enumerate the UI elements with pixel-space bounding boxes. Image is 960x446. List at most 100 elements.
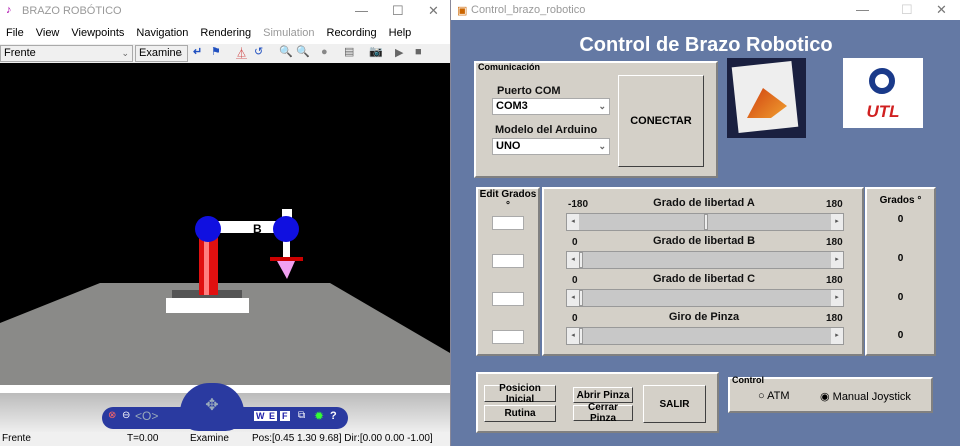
undo-move-icon[interactable]: ↺ (254, 45, 263, 58)
page-title: Control de Brazo Robotico (579, 34, 833, 56)
camera-icon[interactable]: 📷 (369, 45, 383, 58)
control-panel: Control ○ ATM ◉ Manual Joystick (728, 375, 933, 413)
nav-button-w[interactable]: W (254, 411, 267, 421)
vr-window-title: BRAZO ROBÓTICO (22, 5, 122, 17)
grados-header: Grados ° (879, 195, 922, 206)
maximize-button[interactable]: ☐ (392, 3, 404, 19)
sliders-panel: -180 Grado de libertad A 180 ◂ ▸ 0 Grado… (542, 187, 864, 356)
menu-view[interactable]: View (36, 27, 60, 39)
menu-file[interactable]: File (6, 27, 24, 39)
slider-right-arrow-icon[interactable]: ▸ (831, 328, 843, 344)
close-button[interactable]: ✕ (428, 3, 439, 19)
gripper-stem (283, 241, 290, 257)
edit-header: Edit Grados ° (479, 189, 537, 211)
control-close-button[interactable]: ✕ (936, 2, 947, 18)
viewpoint-select[interactable]: Frente ⌄ (0, 45, 133, 62)
connect-button[interactable]: CONECTAR (618, 75, 704, 167)
nav-button-f[interactable]: F (280, 411, 290, 421)
utl-logo: UTL (843, 58, 923, 128)
control-minimize-button[interactable]: — (856, 2, 869, 17)
flag-icon[interactable]: ⚑ (211, 45, 221, 58)
joint-a (195, 216, 221, 242)
grados-pinza-value: 0 (897, 330, 904, 341)
slider-thumb[interactable] (579, 252, 583, 268)
vr-viewport[interactable]: B ⊗ ⊖ <O> W E F ⧉ ✹ ? ✥ (0, 63, 450, 432)
slider-c-label: Grado de libertad C (652, 273, 756, 285)
slide-icon[interactable]: <O> (135, 409, 158, 423)
slider-left-arrow-icon[interactable]: ◂ (567, 214, 579, 230)
control-maximize-button[interactable]: ☐ (901, 2, 913, 18)
minimize-button[interactable]: — (355, 3, 368, 18)
close-nav-icon[interactable]: ⊗ (108, 410, 116, 421)
actions-panel: Posicion Inicial Rutina Abrir Pinza Cerr… (476, 372, 719, 433)
port-select[interactable]: COM3 ⌄ (492, 98, 610, 115)
menu-simulation[interactable]: Simulation (263, 27, 314, 39)
slider-c[interactable]: ◂ ▸ (566, 289, 844, 307)
control-title-bar: ▣ Control_brazo_robotico — ☐ ✕ (451, 0, 960, 20)
slider-right-arrow-icon[interactable]: ▸ (831, 214, 843, 230)
menu-help[interactable]: Help (389, 27, 412, 39)
vr-status-bar: Frente T=0.00 Examine Pos:[0.45 1.30 9.6… (0, 432, 450, 446)
headlight-icon[interactable]: ✹ (314, 409, 324, 423)
edit-grados-c[interactable] (492, 292, 524, 306)
edit-grados-a[interactable] (492, 216, 524, 230)
slider-right-arrow-icon[interactable]: ▸ (831, 252, 843, 268)
clipboard-icon[interactable]: ▤ (344, 45, 354, 58)
nav-mode-value: Examine (139, 47, 182, 59)
abrir-pinza-button[interactable]: Abrir Pinza (573, 387, 633, 403)
rotate-dial[interactable]: ✥ (180, 383, 244, 431)
slider-right-arrow-icon[interactable]: ▸ (831, 290, 843, 306)
comm-legend: Comunicación (478, 62, 541, 72)
slider-thumb[interactable] (579, 328, 583, 344)
menu-viewpoints[interactable]: Viewpoints (71, 27, 124, 39)
help-nav-button[interactable]: ? (330, 410, 337, 422)
matlab-logo (727, 58, 806, 138)
slider-a[interactable]: ◂ ▸ (566, 213, 844, 231)
stop-icon[interactable]: ■ (415, 46, 422, 58)
zoom-out-icon[interactable]: 🔍 (296, 45, 310, 58)
nav-button-e[interactable]: E (267, 411, 278, 421)
edit-grados-b[interactable] (492, 254, 524, 268)
atm-radio[interactable]: ○ ATM (758, 390, 790, 402)
posicion-inicial-button[interactable]: Posicion Inicial (484, 383, 556, 405)
play-icon[interactable]: ▶ (395, 46, 403, 59)
zoom-in-icon[interactable]: 🔍 (279, 45, 293, 58)
slider-left-arrow-icon[interactable]: ◂ (567, 252, 579, 268)
figure-icon: ▣ (457, 5, 468, 17)
slider-thumb[interactable] (704, 214, 708, 230)
model-select[interactable]: UNO ⌄ (492, 138, 610, 155)
status-time: T=0.00 (127, 433, 159, 444)
menu-navigation[interactable]: Navigation (136, 27, 188, 39)
grados-b-value: 0 (897, 253, 904, 264)
model-label: Modelo del Arduino (495, 124, 598, 136)
slider-a-label: Grado de libertad A (653, 197, 755, 209)
slider-thumb[interactable] (579, 290, 583, 306)
menu-rendering[interactable]: Rendering (200, 27, 251, 39)
viewpoint-value: Frente (4, 47, 36, 59)
slider-left-arrow-icon[interactable]: ◂ (567, 290, 579, 306)
nav-mode-select[interactable]: Examine ⌄ (135, 45, 188, 62)
manual-label: Manual Joystick (832, 391, 911, 403)
vr-menu-bar: File View Viewpoints Navigation Rendering Sim… (6, 27, 446, 39)
cerrar-pinza-button[interactable]: Cerrar Pinza (573, 402, 633, 424)
menu-recording[interactable]: Recording (327, 27, 377, 39)
edit-grados-pinza[interactable] (492, 330, 524, 344)
gripper-tip (277, 261, 295, 279)
rutina-button[interactable]: Rutina (484, 405, 556, 422)
vr-toolbar: Frente ⌄ Examine ⌄ ↵ ⚑ ⏅ ↺ 🔍 🔍 ● ▤ 📷 ▶ ■ (0, 44, 450, 63)
slider-b[interactable]: ◂ ▸ (566, 251, 844, 269)
vr-title-bar: ♪ BRAZO ROBÓTICO — ☐ ✕ (0, 0, 450, 22)
record-icon[interactable]: ● (321, 46, 328, 58)
status-mode: Examine (190, 433, 229, 444)
slider-pinza[interactable]: ◂ ▸ (566, 327, 844, 345)
grados-a-value: 0 (897, 214, 904, 225)
minimize-nav-icon[interactable]: ⊖ (122, 410, 130, 421)
salir-button[interactable]: SALIR (643, 385, 706, 423)
straighten-icon[interactable]: ⏅ (236, 45, 247, 61)
control-legend: Control (732, 375, 764, 385)
slider-left-arrow-icon[interactable]: ◂ (567, 328, 579, 344)
arm-label: B (253, 222, 262, 236)
manual-joystick-radio[interactable]: ◉ Manual Joystick (820, 390, 911, 403)
views-icon[interactable]: ⧉ (298, 410, 305, 421)
return-icon[interactable]: ↵ (193, 45, 202, 58)
